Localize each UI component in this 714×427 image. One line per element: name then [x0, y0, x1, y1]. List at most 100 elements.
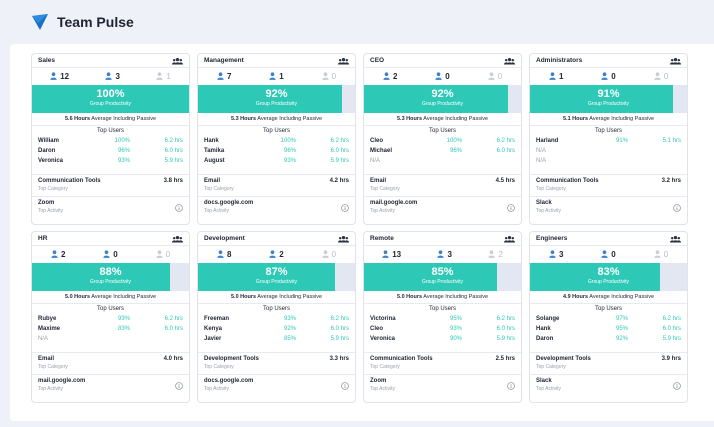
top-activity[interactable]: docs.google.com Top Activity: [198, 197, 355, 219]
top-users-section: Top Users William 100% 6.2 hrs Daron 96% 6.0 h…: [32, 126, 189, 175]
top-user-row[interactable]: Harland 91% 5.1 hrs: [536, 136, 681, 146]
group-icon: [338, 57, 349, 64]
top-user-row[interactable]: N/A: [370, 156, 515, 166]
card-header: Management: [198, 54, 355, 68]
top-user-row[interactable]: Rubye 93% 6.2 hrs: [38, 314, 183, 324]
top-user-row[interactable]: Victorina 95% 6.2 hrs: [370, 314, 515, 324]
top-users-title: Top Users: [428, 128, 456, 134]
top-user-row[interactable]: Michael 96% 6.0 hrs: [370, 146, 515, 156]
top-user-row[interactable]: N/A: [536, 146, 681, 156]
top-user-productivity: 92%: [283, 326, 296, 332]
info-icon[interactable]: [341, 204, 349, 212]
top-user-row[interactable]: Veronica 90% 5.9 hrs: [370, 334, 515, 344]
top-category[interactable]: Development Tools 3.9 hrs Top Category: [530, 353, 687, 375]
productivity-bar: 83% Group Productivity: [530, 263, 687, 291]
top-user-row[interactable]: Hank 95% 6.0 hrs: [536, 324, 681, 334]
team-card[interactable]: CEO 2 0 0 92% Group Productivity 5.3 Hours Ave…: [363, 53, 522, 225]
top-user-row[interactable]: Maxime 83% 6.0 hrs: [38, 324, 183, 334]
top-category-label: Top Category: [370, 364, 400, 370]
average-hours: 5.0 Hours Average Including Passive: [32, 291, 189, 304]
productivity-bar: 87% Group Productivity: [198, 263, 355, 291]
top-user-row[interactable]: William 100% 6.2 hrs: [38, 136, 183, 146]
top-activity[interactable]: mail.google.com Top Activity: [364, 197, 521, 219]
top-user-row[interactable]: Cleo 93% 6.0 hrs: [370, 324, 515, 334]
top-user-row[interactable]: August 93% 5.9 hrs: [204, 156, 349, 166]
top-activity[interactable]: Slack Top Activity: [530, 375, 687, 397]
team-card[interactable]: Administrators 1 0 0 91% Group Productivity 5.…: [529, 53, 688, 225]
offline-user-icon: [487, 71, 495, 82]
team-card[interactable]: Development 8 2 0 87% Group Productivity 5.0 H…: [197, 231, 356, 403]
active-users-count: 13: [382, 249, 401, 260]
top-user-row[interactable]: Kenya 92% 6.0 hrs: [204, 324, 349, 334]
top-users-title: Top Users: [96, 128, 124, 134]
team-card[interactable]: HR 2 0 0 88% Group Productivity 5.0 Hours Aver…: [31, 231, 190, 403]
top-activity[interactable]: Zoom Top Activity: [32, 197, 189, 219]
top-user-row[interactable]: Tamika 96% 6.0 hrs: [204, 146, 349, 156]
top-user-hours: 5.9 hrs: [496, 336, 515, 342]
top-category-hours: 4.0 hrs: [163, 356, 183, 362]
top-user-row[interactable]: N/A: [536, 156, 681, 166]
team-name: Sales: [38, 57, 55, 64]
top-category-name: Communication Tools: [38, 178, 101, 184]
top-activity[interactable]: Zoom Top Activity: [364, 375, 521, 397]
top-category[interactable]: Email 4.0 hrs Top Category: [32, 353, 189, 375]
top-category[interactable]: Communication Tools 2.5 hrs Top Category: [364, 353, 521, 375]
top-category[interactable]: Communication Tools 3.2 hrs Top Category: [530, 175, 687, 197]
group-icon: [172, 235, 183, 242]
top-user-row[interactable]: Cleo 100% 6.2 hrs: [370, 136, 515, 146]
info-icon[interactable]: [341, 382, 349, 390]
top-user-name: Veronica: [370, 336, 396, 342]
info-icon[interactable]: [673, 204, 681, 212]
top-user-hours: 6.2 hrs: [496, 316, 515, 322]
top-category-hours: 4.5 hrs: [495, 178, 515, 184]
info-icon[interactable]: [673, 382, 681, 390]
top-users-section: Top Users Victorina 95% 6.2 hrs Cleo 93% 6.0 h…: [364, 304, 521, 353]
top-user-row[interactable]: Daron 92% 5.9 hrs: [536, 334, 681, 344]
info-icon[interactable]: [175, 204, 183, 212]
team-card[interactable]: Sales 12 3 1 100% Group Productivity 5.6 Hours…: [31, 53, 190, 225]
top-user-hours: 6.0 hrs: [164, 148, 183, 154]
top-user-productivity: 93%: [117, 158, 130, 164]
top-category[interactable]: Communication Tools 3.8 hrs Top Category: [32, 175, 189, 197]
top-user-row[interactable]: Daron 96% 6.0 hrs: [38, 146, 183, 156]
top-user-productivity: 93%: [117, 316, 130, 322]
active-user-icon: [51, 249, 58, 260]
top-activity-name: Slack: [536, 378, 552, 384]
info-icon[interactable]: [507, 382, 515, 390]
team-card[interactable]: Management 7 1 0 92% Group Productivity 5.3 Ho…: [197, 53, 356, 225]
top-user-hours: 5.1 hrs: [662, 138, 681, 144]
top-category[interactable]: Email 4.2 hrs Top Category: [198, 175, 355, 197]
top-user-row[interactable]: Solange 97% 6.2 hrs: [536, 314, 681, 324]
top-user-hours: [462, 156, 515, 166]
average-hours-value: 5.0: [396, 294, 405, 300]
group-productivity-label: Group Productivity: [587, 279, 630, 285]
top-user-row[interactable]: N/A: [38, 334, 183, 344]
card-header: Sales: [32, 54, 189, 68]
top-user-row[interactable]: Freeman 93% 6.2 hrs: [204, 314, 349, 324]
top-activity-name: Zoom: [38, 200, 55, 206]
top-category-name: Communication Tools: [536, 178, 599, 184]
top-user-row[interactable]: Veronica 93% 5.9 hrs: [38, 156, 183, 166]
top-user-row[interactable]: Hank 100% 6.2 hrs: [204, 136, 349, 146]
top-user-row[interactable]: Javier 85% 5.9 hrs: [204, 334, 349, 344]
team-card[interactable]: Engineers 3 0 0 83% Group Productivity 4.9 Hou…: [529, 231, 688, 403]
info-icon[interactable]: [175, 382, 183, 390]
team-card[interactable]: Remote 13 3 2 85% Group Productivity 5.0 Hours…: [363, 231, 522, 403]
top-user-name: Maxime: [38, 326, 61, 332]
top-user-hours: 6.2 hrs: [330, 138, 349, 144]
top-user-productivity: 100%: [446, 138, 462, 144]
top-activity[interactable]: Slack Top Activity: [530, 197, 687, 219]
top-category[interactable]: Email 4.5 hrs Top Category: [364, 175, 521, 197]
info-icon[interactable]: [507, 204, 515, 212]
top-users-section: Top Users Hank 100% 6.2 hrs Tamika 96% 6.0 hrs…: [198, 126, 355, 175]
top-activity[interactable]: mail.google.com Top Activity: [32, 375, 189, 397]
top-activity[interactable]: docs.google.com Top Activity: [198, 375, 355, 397]
average-hours-value: 5.6: [64, 116, 73, 122]
top-activity-label: Top Activity: [204, 208, 230, 214]
top-category[interactable]: Development Tools 3.3 hrs Top Category: [198, 353, 355, 375]
group-icon: [504, 235, 515, 242]
productivity-percent: 92%: [265, 88, 288, 100]
average-hours: 5.3 Hours Average Including Passive: [364, 113, 521, 126]
top-activity-name: docs.google.com: [204, 200, 254, 206]
top-activity-name: Slack: [536, 200, 552, 206]
